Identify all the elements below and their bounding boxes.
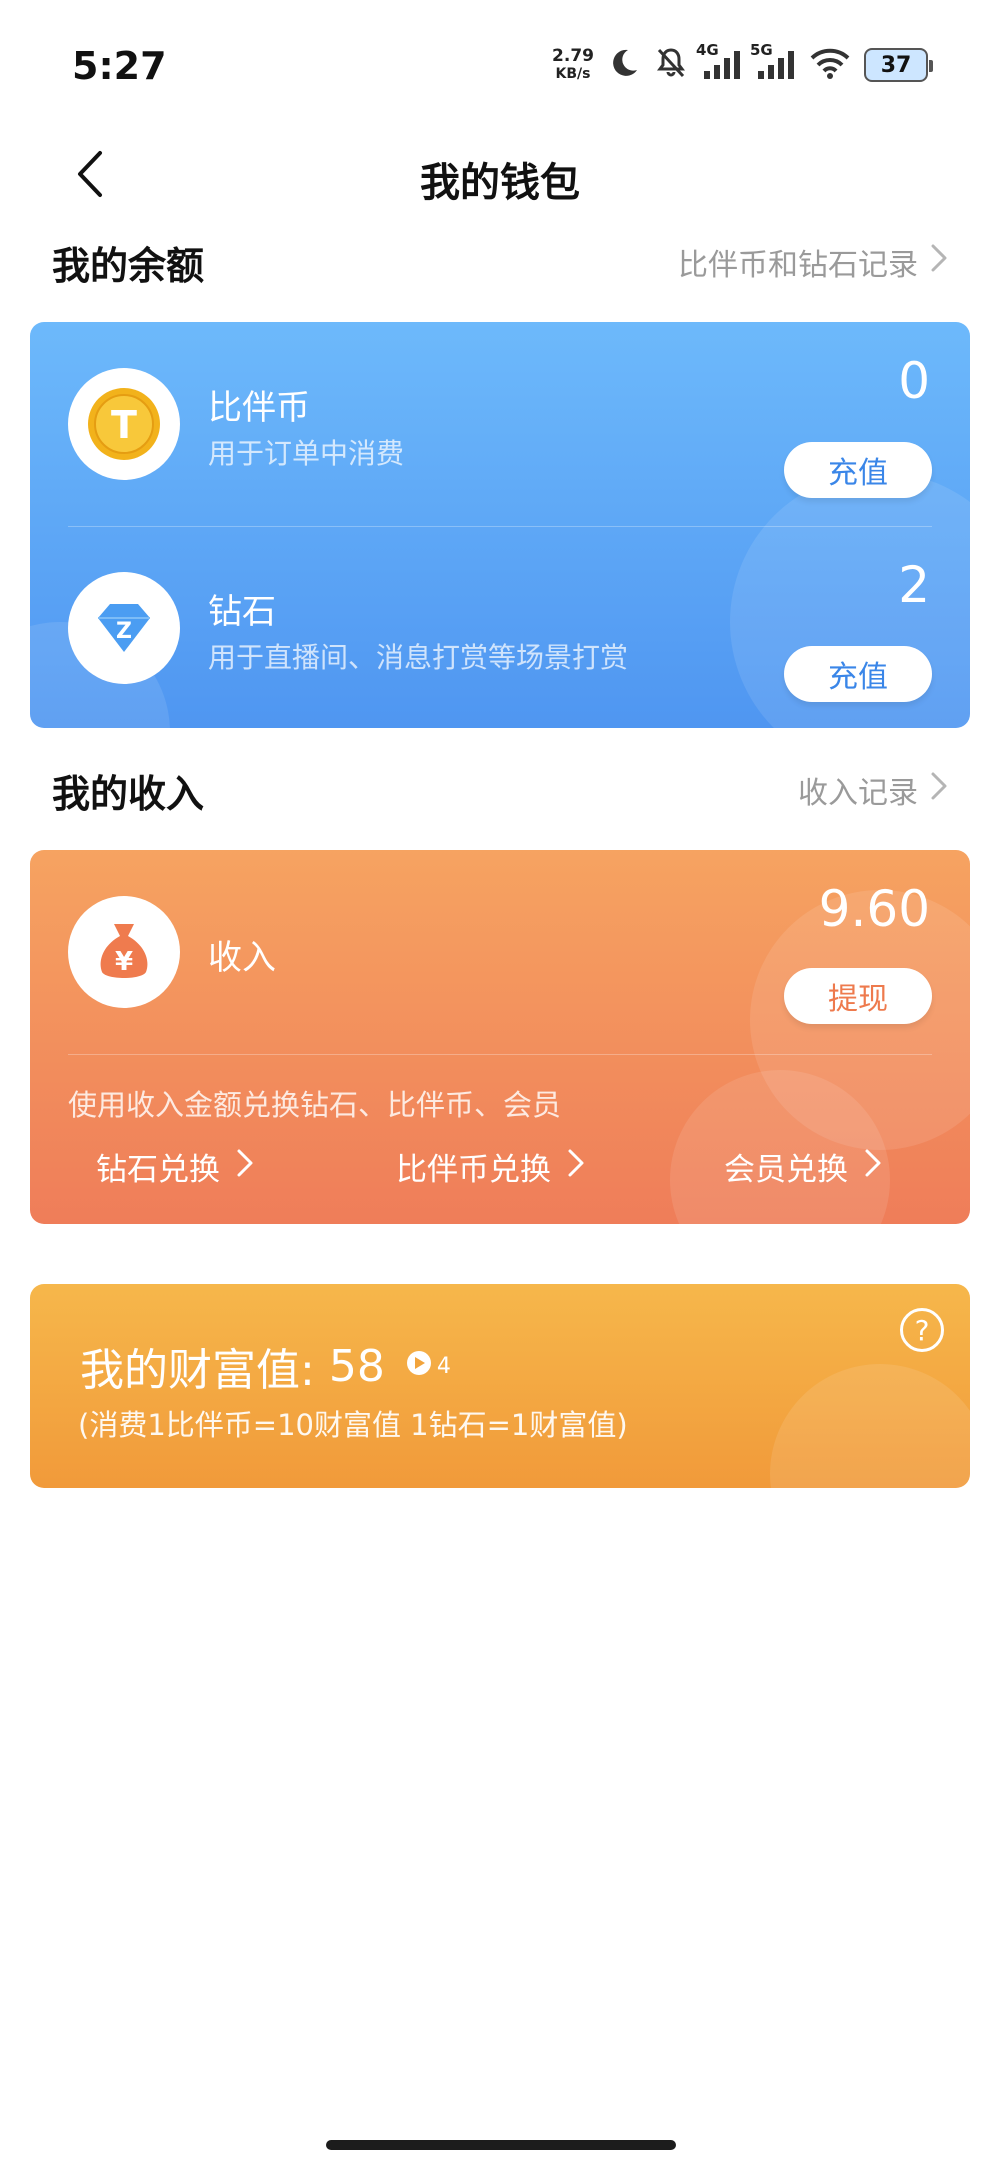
wifi-icon	[810, 47, 850, 83]
income-records-link[interactable]: 收入记录	[798, 768, 948, 812]
status-icons: 2.79 KB/s 4G 5G 37	[552, 40, 933, 90]
wealth-card: 我的财富值: 58 4 (消费1比伴币=10财富值 1钻石=1财富值) ?	[30, 1284, 970, 1488]
status-time: 5:27	[72, 44, 167, 88]
wealth-summary: 我的财富值: 58 4	[80, 1334, 451, 1398]
membership-exchange-label: 会员兑换	[724, 1152, 848, 1188]
signal-5g-label: 5G	[750, 41, 773, 59]
battery-icon: 37	[864, 48, 933, 82]
income-row: ¥ 收入 9.60 提现	[30, 850, 970, 1050]
card-decoration	[770, 1364, 970, 1488]
chevron-right-icon	[864, 1148, 882, 1186]
cellular-signal-5g-icon: 5G	[750, 41, 796, 81]
money-bag-symbol: ¥	[115, 947, 133, 977]
balance-section-header: 我的余额 比伴币和钻石记录	[52, 232, 948, 292]
moon-icon	[608, 47, 640, 83]
coin-balance-row: T 比伴币 用于订单中消费 0 充值	[30, 322, 970, 522]
membership-exchange-link[interactable]: 会员兑换	[724, 1144, 882, 1189]
coin-balance-value: 0	[898, 352, 930, 410]
income-value: 9.60	[818, 880, 930, 938]
coin-diamond-records-label: 比伴币和钻石记录	[678, 248, 918, 283]
money-bag-icon: ¥	[68, 896, 180, 1008]
wealth-note: (消费1比伴币=10财富值 1钻石=1财富值)	[78, 1408, 628, 1442]
chevron-right-icon	[236, 1148, 254, 1186]
withdraw-button[interactable]: 提现	[784, 968, 932, 1024]
help-icon[interactable]: ?	[900, 1308, 944, 1352]
wealth-level-value: 4	[436, 1353, 451, 1379]
chevron-right-icon	[930, 771, 948, 809]
diamond-exchange-link[interactable]: 钻石兑换	[96, 1144, 254, 1189]
home-indicator[interactable]	[326, 2140, 676, 2150]
wealth-label: 我的财富值:	[80, 1345, 315, 1396]
diamond-balance-value: 2	[898, 556, 930, 614]
coin-title: 比伴币	[208, 388, 310, 428]
bell-muted-icon	[654, 46, 688, 84]
income-title: 收入	[208, 938, 276, 978]
diamond-title: 钻石	[208, 592, 276, 632]
diamond-recharge-button[interactable]: 充值	[784, 646, 932, 702]
coin-icon: T	[68, 368, 180, 480]
income-card: ¥ 收入 9.60 提现 使用收入金额兑换钻石、比伴币、会员 钻石兑换 比伴币兑…	[30, 850, 970, 1224]
coin-description: 用于订单中消费	[208, 437, 405, 470]
income-divider	[68, 1054, 932, 1055]
chevron-right-icon	[567, 1148, 585, 1186]
coin-exchange-link[interactable]: 比伴币兑换	[396, 1144, 585, 1189]
diamond-exchange-label: 钻石兑换	[96, 1152, 220, 1188]
page-title: 我的钱包	[420, 160, 580, 206]
coin-exchange-label: 比伴币兑换	[396, 1152, 551, 1188]
diamond-icon: Z	[68, 572, 180, 684]
exchange-options: 钻石兑换 比伴币兑换 会员兑换	[30, 1144, 970, 1200]
level-gem-icon	[405, 1349, 433, 1383]
coin-recharge-button[interactable]: 充值	[784, 442, 932, 498]
nav-header: 我的钱包	[0, 130, 1000, 220]
income-records-label: 收入记录	[798, 776, 918, 811]
network-speed-unit: KB/s	[555, 66, 591, 82]
income-section-header: 我的收入 收入记录	[52, 760, 948, 820]
diamond-balance-row: Z 钻石 用于直播间、消息打赏等场景打赏 2 充值	[30, 526, 970, 726]
wealth-value: 58	[328, 1340, 385, 1392]
wealth-level-badge: 4	[405, 1349, 451, 1383]
status-bar: 5:27 2.79 KB/s 4G 5G 37	[0, 0, 1000, 130]
network-speed-value: 2.79	[552, 46, 594, 66]
chevron-right-icon	[930, 243, 948, 281]
diamond-icon-letter: Z	[116, 619, 132, 644]
income-section-title: 我的收入	[52, 771, 205, 816]
network-speed: 2.79 KB/s	[552, 47, 594, 83]
signal-4g-label: 4G	[696, 41, 719, 59]
cellular-signal-4g-icon: 4G	[696, 41, 742, 81]
balance-card: T 比伴币 用于订单中消费 0 充值 Z 钻石 用于直播间、消息打赏等场景打赏 …	[30, 322, 970, 728]
coin-icon-letter: T	[111, 403, 137, 447]
diamond-description: 用于直播间、消息打赏等场景打赏	[208, 641, 629, 674]
coin-diamond-records-link[interactable]: 比伴币和钻石记录	[678, 240, 948, 284]
exchange-note: 使用收入金额兑换钻石、比伴币、会员	[68, 1088, 562, 1122]
balance-section-title: 我的余额	[52, 243, 205, 288]
